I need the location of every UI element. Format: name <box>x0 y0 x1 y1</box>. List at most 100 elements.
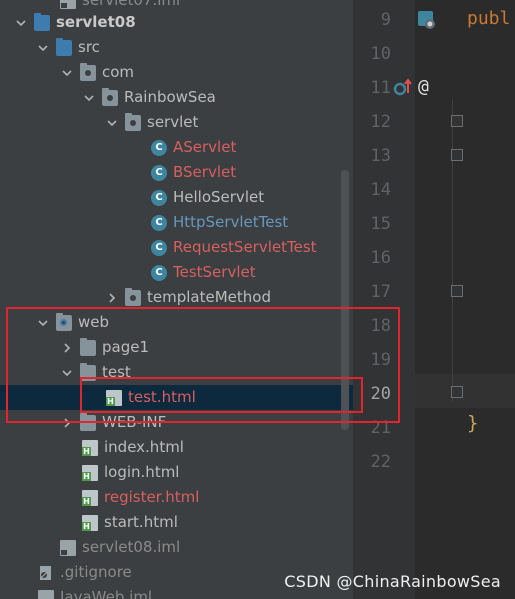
tree-item-label: page1 <box>102 338 150 356</box>
tree-item-label: src <box>78 38 100 56</box>
package-icon <box>80 62 96 81</box>
fold-icon[interactable] <box>451 386 463 398</box>
tree-item-label: login.html <box>104 463 180 481</box>
folder-icon <box>80 337 96 356</box>
folder-icon <box>80 362 96 381</box>
package-icon <box>125 112 141 131</box>
web-folder-icon <box>56 312 72 331</box>
chevron-down-icon[interactable] <box>105 116 119 130</box>
class-icon: C <box>151 164 167 181</box>
tree-item-servlet08[interactable]: servlet08 <box>0 10 353 35</box>
line-number: 12 <box>370 112 391 132</box>
fold-icon[interactable] <box>451 149 463 161</box>
class-gutter-icon[interactable] <box>417 10 437 30</box>
html-file-icon <box>106 389 122 406</box>
tree-item-label: AServlet <box>173 138 237 156</box>
tree-item-page1[interactable]: page1 <box>0 335 353 360</box>
tree-item-testservlet[interactable]: C TestServlet <box>0 260 353 285</box>
tree-item-register-html[interactable]: register.html <box>0 485 353 510</box>
folder-icon <box>80 412 96 431</box>
tree-item-web[interactable]: web <box>0 310 353 335</box>
code-editor[interactable] <box>415 0 515 599</box>
chevron-right-icon[interactable] <box>60 341 74 355</box>
chevron-down-icon[interactable] <box>60 66 74 80</box>
annotation-marker: @ <box>418 76 429 97</box>
line-number: 18 <box>370 316 391 336</box>
tree-item-label: .gitignore <box>60 563 132 581</box>
line-number: 16 <box>370 248 391 268</box>
chevron-down-icon[interactable] <box>82 91 96 105</box>
html-file-icon <box>82 464 98 481</box>
gitignore-file-icon <box>38 565 54 581</box>
watermark: CSDN @ChinaRainbowSea <box>284 572 501 591</box>
tree-item-start-html[interactable]: start.html <box>0 510 353 535</box>
tree-item-label: HelloServlet <box>173 188 265 206</box>
tree-item-label: WEB-INF <box>102 413 167 431</box>
tree-item-com[interactable]: com <box>0 60 353 85</box>
tree-item-label: JavaWeb.iml <box>60 588 153 599</box>
line-number: 10 <box>370 44 391 64</box>
line-number: 15 <box>370 214 391 234</box>
tree-item-web-inf[interactable]: WEB-INF <box>0 410 353 435</box>
line-number: 13 <box>370 146 391 166</box>
tree-item-label: register.html <box>104 488 200 506</box>
tree-item-rainbowsea[interactable]: RainbowSea <box>0 85 353 110</box>
tree-item-label: RainbowSea <box>124 88 216 106</box>
fold-icon[interactable] <box>451 115 463 127</box>
source-folder-icon <box>56 37 72 56</box>
class-icon: C <box>151 189 167 206</box>
fold-icon[interactable] <box>451 285 463 297</box>
chevron-down-icon[interactable] <box>36 316 50 330</box>
override-gutter-icon[interactable] <box>393 78 413 98</box>
tree-item-label: RequestServletTest <box>173 238 317 256</box>
class-icon: C <box>151 214 167 231</box>
tree-item-bservlet[interactable]: C BServlet <box>0 160 353 185</box>
tree-item-test[interactable]: test <box>0 360 353 385</box>
chevron-right-icon[interactable] <box>105 291 119 305</box>
tree-item-templatemethod[interactable]: templateMethod <box>0 285 353 310</box>
html-file-icon <box>82 489 98 506</box>
chevron-down-icon[interactable] <box>14 16 28 30</box>
tree-item-label: servlet08 <box>56 13 136 31</box>
tree-item-test-html[interactable]: test.html <box>0 385 353 410</box>
line-number: 9 <box>380 10 391 30</box>
tree-item-label: templateMethod <box>147 288 271 306</box>
chevron-right-icon[interactable] <box>60 416 74 430</box>
module-folder-icon <box>34 12 50 31</box>
iml-file-icon <box>38 589 54 599</box>
tree-item-label: com <box>102 63 135 81</box>
project-tree: servlet07.iml servlet08 src com RainbowS… <box>0 0 353 599</box>
chevron-down-icon[interactable] <box>36 41 50 55</box>
tree-item-servlet08-iml[interactable]: servlet08.iml <box>0 535 353 560</box>
tree-item-httpservlettest[interactable]: C HttpServletTest <box>0 210 353 235</box>
chevron-down-icon[interactable] <box>60 366 74 380</box>
tree-item-helloservlet[interactable]: C HelloServlet <box>0 185 353 210</box>
tree-scrollbar[interactable] <box>341 170 349 430</box>
line-number: 22 <box>370 452 391 472</box>
indent-guide <box>452 100 453 402</box>
tree-item-label: start.html <box>104 513 178 531</box>
code-keyword: publ <box>467 8 511 29</box>
tree-item-index-html[interactable]: index.html <box>0 435 353 460</box>
tree-item-src[interactable]: src <box>0 35 353 60</box>
class-icon: C <box>151 264 167 281</box>
code-closing-brace: } <box>467 412 479 434</box>
line-number: 17 <box>370 282 391 302</box>
class-icon: C <box>151 239 167 256</box>
tree-item-label: HttpServletTest <box>173 213 289 231</box>
line-number-current: 20 <box>370 384 391 404</box>
html-file-icon <box>82 514 98 531</box>
tree-item-requestservlettest[interactable]: C RequestServletTest <box>0 235 353 260</box>
tree-item-label: servlet08.iml <box>82 538 181 556</box>
package-icon <box>102 87 118 106</box>
iml-file-icon <box>60 539 76 556</box>
class-icon: C <box>151 139 167 156</box>
current-line-highlight <box>415 374 515 408</box>
tree-item-aservlet[interactable]: C AServlet <box>0 135 353 160</box>
line-number: 19 <box>370 350 391 370</box>
line-number: 14 <box>370 180 391 200</box>
tree-item-label: servlet <box>147 113 199 131</box>
tree-item-label: BServlet <box>173 163 237 181</box>
tree-item-login-html[interactable]: login.html <box>0 460 353 485</box>
tree-item-servlet[interactable]: servlet <box>0 110 353 135</box>
